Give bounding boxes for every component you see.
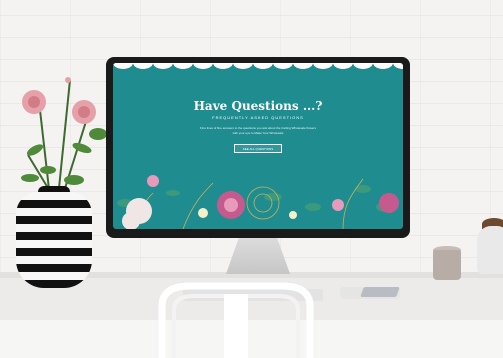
striped-vase [16, 192, 92, 288]
white-chair [158, 282, 314, 358]
rose-flowers [21, 77, 107, 199]
hero-subtitle: FREQUENTLY ASKED QUESTIONS [212, 115, 304, 120]
floral-illustration [117, 175, 399, 229]
kettle [477, 226, 503, 274]
monitor-screen: Have Questions ...? FREQUENTLY ASKED QUE… [113, 63, 403, 229]
see-all-questions-button[interactable]: SEE ALL QUESTIONS [234, 144, 282, 153]
coffee-mug [433, 250, 461, 280]
hero-body-text: Fine lines of fine answers to the questi… [200, 126, 316, 135]
smartphone [360, 287, 400, 297]
hero-title: Have Questions ...? [193, 99, 323, 113]
monitor: Have Questions ...? FREQUENTLY ASKED QUE… [106, 57, 410, 238]
screen-top-wave [113, 63, 403, 73]
